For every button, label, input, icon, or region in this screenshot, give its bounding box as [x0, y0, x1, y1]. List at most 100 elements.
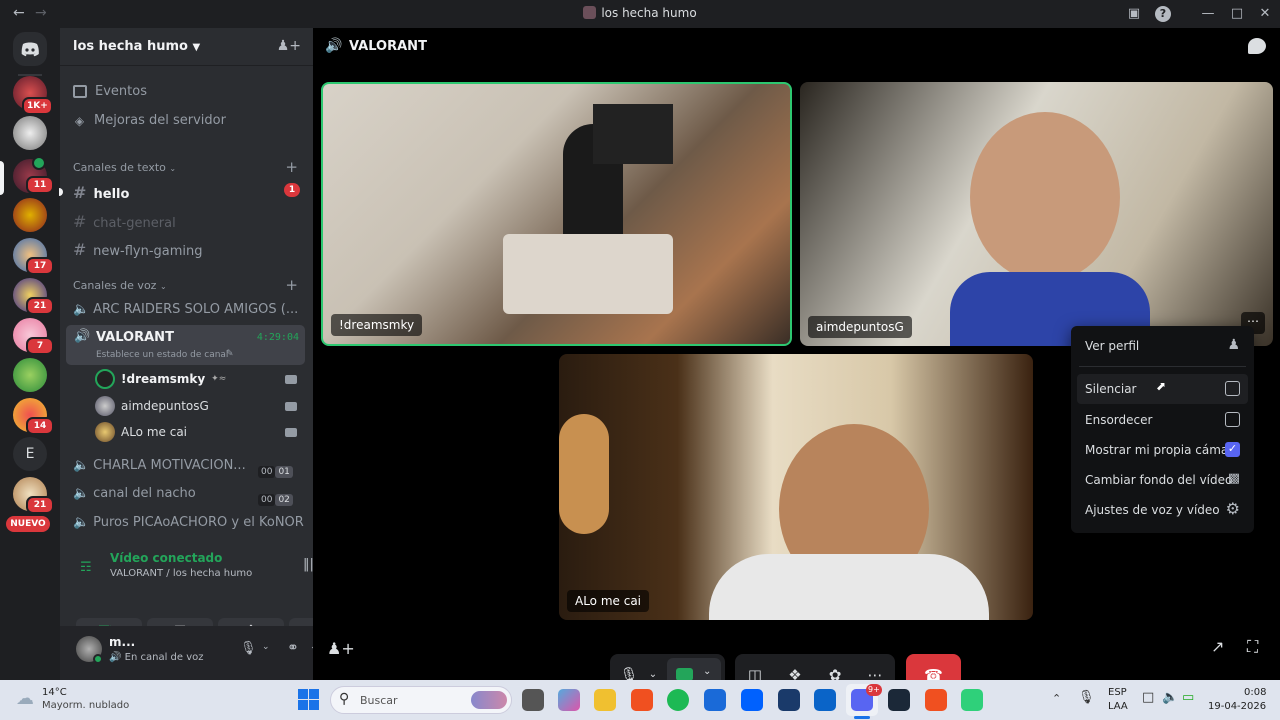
- add-user-icon[interactable]: ♟+: [327, 639, 355, 658]
- app-icon[interactable]: [778, 689, 800, 711]
- signal-icon[interactable]: ☶: [80, 560, 92, 575]
- invite-people-icon[interactable]: ♟+: [277, 38, 301, 54]
- menu-item-voice-video-settings[interactable]: Ajustes de voz y vídeo ⚙: [1071, 496, 1254, 524]
- help-icon[interactable]: ?: [1155, 6, 1171, 22]
- fullscreen-icon[interactable]: ⛶: [1247, 637, 1258, 657]
- voice-channels-category[interactable]: Canales de voz ⌄: [73, 279, 167, 292]
- camera-options-chevron-icon[interactable]: ⌄: [703, 666, 711, 677]
- voice-user-name: aimdepuntosG: [121, 399, 209, 413]
- events-item[interactable]: Eventos: [73, 84, 147, 99]
- guild-name[interactable]: los hecha humo ▼: [73, 39, 200, 54]
- file-explorer-icon[interactable]: [594, 689, 616, 711]
- user-name[interactable]: m...: [109, 635, 135, 649]
- channel-name: chat-general: [93, 216, 176, 231]
- menu-item-label: Ensordecer: [1085, 413, 1153, 427]
- chevron-down-icon[interactable]: ⌄: [262, 642, 270, 652]
- language-indicator[interactable]: ESP: [1108, 687, 1127, 698]
- mute-checkbox[interactable]: [1225, 381, 1240, 396]
- copilot-icon[interactable]: [558, 689, 580, 711]
- maximize-icon[interactable]: □: [1229, 6, 1245, 22]
- microphone-icon[interactable]: 🎙: [240, 641, 257, 656]
- server-icon[interactable]: [13, 358, 47, 392]
- task-view-icon[interactable]: [522, 689, 544, 711]
- voice-channel-nacho[interactable]: 🔈 canal del nacho: [73, 486, 196, 501]
- text-channels-category[interactable]: Canales de texto ⌄: [73, 161, 176, 174]
- dropbox-icon[interactable]: [741, 689, 763, 711]
- volume-icon[interactable]: 🔈: [1162, 690, 1178, 705]
- avatar: [95, 369, 115, 389]
- video-tile[interactable]: ALo me cai: [559, 354, 1033, 620]
- speaker-icon: 🔊: [325, 38, 343, 54]
- pencil-icon[interactable]: ✎: [226, 349, 234, 359]
- voice-channel-arc[interactable]: 🔈 ARC RAIDERS SOLO AMIGOS (...: [73, 302, 298, 317]
- discord-home-icon[interactable]: [13, 32, 47, 66]
- video-bed: [503, 234, 673, 314]
- server-icon[interactable]: [13, 198, 47, 232]
- create-channel-icon[interactable]: +: [285, 158, 298, 176]
- weather-temp[interactable]: 14°C: [42, 687, 67, 698]
- camera-icon: [285, 375, 297, 384]
- video-tile[interactable]: aimdepuntosG ⋯: [800, 82, 1273, 346]
- server-letter: E: [25, 446, 35, 462]
- steam-icon[interactable]: [888, 689, 910, 711]
- user-status: En canal de voz: [124, 652, 204, 663]
- server-boosts-item[interactable]: ◈ Mejoras del servidor: [73, 113, 226, 128]
- connection-location[interactable]: VALORANT / los hecha humo: [110, 568, 252, 579]
- voice-user[interactable]: !dreamsmky ✦≈: [95, 369, 226, 389]
- app-icon[interactable]: [961, 689, 983, 711]
- windows-start-icon[interactable]: [298, 689, 320, 711]
- close-icon[interactable]: ✕: [1257, 6, 1273, 22]
- server-icon[interactable]: E: [13, 437, 47, 471]
- pop-out-icon[interactable]: ↗: [1211, 637, 1224, 656]
- speaker-icon: 🔊: [74, 329, 91, 344]
- spotify-icon[interactable]: [667, 689, 689, 711]
- menu-item-show-own-camera[interactable]: Mostrar mi propia cámara ✓: [1071, 436, 1254, 464]
- channel-name: CHARLA MOTIVACION...: [93, 458, 246, 473]
- voice-channel-charla[interactable]: 🔈 CHARLA MOTIVACION...: [73, 458, 246, 473]
- channel-chat-general[interactable]: # chat-general: [73, 212, 176, 231]
- microsoft-store-icon[interactable]: [704, 689, 726, 711]
- taskbar-search-input[interactable]: ⚲ Buscar: [330, 686, 512, 714]
- chevron-up-icon[interactable]: ⌃: [1052, 692, 1061, 705]
- battery-icon[interactable]: ▭: [1182, 690, 1194, 705]
- server-rail: 1K+ 11 17 21 7 14 E 21 NUEVO: [0, 28, 60, 680]
- microphone-icon[interactable]: 🎙: [1078, 690, 1095, 705]
- channel-sidebar: los hecha humo ▼ ♟+ Eventos ◈ Mejoras del…: [59, 28, 373, 680]
- weather-desc[interactable]: Mayorm. nublado: [42, 700, 129, 711]
- channel-status[interactable]: Establece un estado de canal: [96, 350, 228, 360]
- guild-header[interactable]: los hecha humo ▼ ♟+: [60, 28, 313, 66]
- hash-icon: #: [73, 240, 87, 259]
- server-icon[interactable]: [13, 116, 47, 150]
- keyboard-layout[interactable]: LAA: [1108, 701, 1128, 712]
- weather-icon[interactable]: ☁: [16, 688, 34, 709]
- server-badge: 21: [26, 297, 54, 315]
- voice-channel-puros[interactable]: 🔈 Puros PICAoACHORO y el KoNOR: [73, 515, 304, 530]
- search-placeholder: Buscar: [360, 694, 398, 707]
- create-channel-icon[interactable]: +: [285, 276, 298, 294]
- deafen-checkbox[interactable]: [1225, 412, 1240, 427]
- voice-user[interactable]: ALo me cai: [95, 422, 187, 442]
- new-servers-badge[interactable]: NUEVO: [6, 516, 50, 532]
- network-icon[interactable]: □: [1142, 690, 1154, 705]
- menu-item-deafen[interactable]: Ensordecer: [1071, 406, 1254, 434]
- minimize-icon[interactable]: —: [1200, 6, 1216, 22]
- menu-item-view-profile[interactable]: Ver perfil ♟: [1071, 332, 1254, 360]
- channel-hello[interactable]: # hello: [73, 183, 129, 202]
- inbox-icon[interactable]: ▣: [1126, 6, 1142, 22]
- brave-browser-icon[interactable]: [631, 689, 653, 711]
- chat-bubble-icon[interactable]: [1248, 38, 1266, 54]
- headphones-icon[interactable]: ⚭: [287, 640, 299, 656]
- clock-time[interactable]: 0:08: [1244, 687, 1266, 698]
- speaker-icon: 🔈: [73, 486, 90, 501]
- voice-channel-valorant[interactable]: 🔊 VALORANT 4:29:04 Establece un estado d…: [66, 325, 305, 365]
- channel-new-flyn-gaming[interactable]: # new-flyn-gaming: [73, 240, 203, 259]
- video-tile[interactable]: !dreamsmky: [321, 82, 792, 346]
- show-own-camera-checkbox[interactable]: ✓: [1225, 442, 1240, 457]
- menu-item-change-background[interactable]: Cambiar fondo del vídeo ▩: [1071, 466, 1254, 494]
- brave-browser-icon[interactable]: [925, 689, 947, 711]
- clock-date[interactable]: 19-04-2026: [1208, 701, 1266, 712]
- outlook-icon[interactable]: [814, 689, 836, 711]
- voice-user[interactable]: aimdepuntosG: [95, 396, 209, 416]
- window-title-text: los hecha humo: [601, 6, 697, 20]
- speaker-icon: 🔈: [73, 515, 90, 530]
